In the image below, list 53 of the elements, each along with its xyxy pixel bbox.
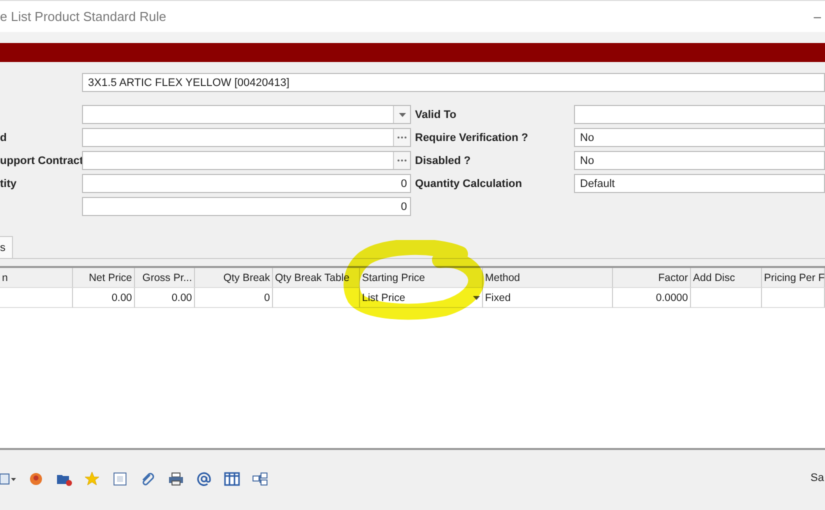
input-field[interactable] [82, 128, 411, 147]
lookup-button[interactable] [393, 129, 410, 146]
table-cell: Fixed [483, 288, 613, 308]
input-field[interactable]: Default [574, 174, 825, 193]
field-label: upport Contract [0, 154, 82, 166]
input-field[interactable]: 0 [82, 197, 411, 216]
minimize-button[interactable]: – [814, 9, 821, 24]
input-field[interactable]: No [574, 128, 825, 147]
column-header[interactable]: n [0, 268, 73, 288]
columns-icon[interactable] [224, 471, 240, 487]
ellipsis-icon [397, 159, 407, 162]
tab[interactable]: s [0, 236, 12, 258]
dropdown-icon[interactable] [473, 296, 480, 300]
field-label: tity [0, 178, 18, 190]
input-field[interactable]: 3X1.5 ARTIC FLEX YELLOW [00420413] [82, 73, 825, 92]
input-field[interactable]: No [574, 151, 825, 170]
column-header[interactable]: Add Disc [691, 268, 762, 288]
field-label: Require Verification ? [415, 132, 530, 144]
network-icon[interactable] [252, 471, 268, 487]
column-header[interactable]: Net Price [73, 268, 135, 288]
field-label: Disabled ? [415, 154, 472, 166]
star-icon[interactable] [84, 471, 100, 487]
table-cell: 0.00 [73, 288, 135, 308]
column-header[interactable]: Gross Pr... [135, 268, 195, 288]
table-cell [691, 288, 762, 308]
field-label: d [0, 132, 8, 144]
column-header[interactable]: Starting Price [360, 268, 483, 288]
column-header[interactable]: Factor [613, 268, 691, 288]
lookup-button[interactable] [393, 152, 410, 169]
table-cell: 0 [195, 288, 273, 308]
field-label: Quantity Calculation [415, 178, 523, 190]
dropdown-button[interactable] [393, 106, 410, 123]
caret-icon [398, 112, 406, 116]
input-field[interactable] [82, 151, 411, 170]
field-label: Valid To [415, 108, 458, 120]
page-icon[interactable] [112, 471, 128, 487]
column-header[interactable]: Pricing Per F [762, 268, 825, 288]
view-icon[interactable] [0, 471, 16, 487]
column-header[interactable]: Method [483, 268, 613, 288]
user-icon[interactable] [28, 471, 44, 487]
window-title: e List Product Standard Rule [0, 9, 166, 24]
paperclip-icon[interactable] [140, 471, 156, 487]
table-cell [762, 288, 825, 308]
status-text: Sa [810, 472, 824, 484]
column-header[interactable]: Qty Break [195, 268, 273, 288]
input-field[interactable] [82, 105, 411, 124]
table-cell: 0.00 [135, 288, 195, 308]
table-cell: 0.0000 [613, 288, 691, 308]
input-field[interactable]: 0 [82, 174, 411, 193]
input-field[interactable] [574, 105, 825, 124]
email-icon[interactable] [196, 471, 212, 487]
printer-icon[interactable] [168, 471, 184, 487]
ellipsis-icon [397, 136, 407, 139]
